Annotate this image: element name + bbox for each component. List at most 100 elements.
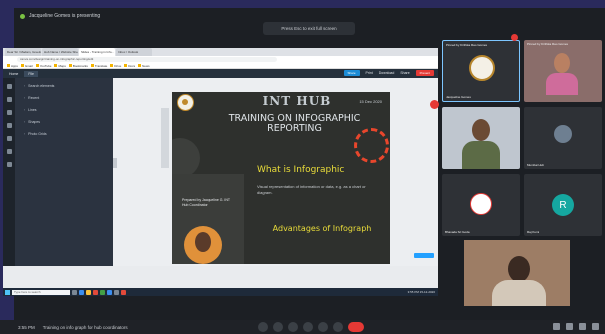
pinned-caption: Pinned by Kirthika Rao Gomes [527,42,569,46]
folders-icon[interactable] [6,149,12,154]
pinned-caption: Pinned by Kirthika Rao Gomes [446,43,488,47]
start-icon[interactable] [5,289,10,295]
activities-icon[interactable] [592,323,599,330]
raise-hand-icon[interactable] [303,322,313,332]
share-button[interactable]: Share [343,70,360,76]
uploads-icon[interactable] [6,110,12,115]
file-explorer-icon[interactable] [86,289,91,295]
self-view-video[interactable] [464,240,570,306]
edge-icon[interactable] [79,289,84,295]
panel-item[interactable]: Lines [24,108,108,112]
participant-tile[interactable]: Pinned by Kirthika Rao Gomes [524,40,602,102]
slide-title: INT HUB [262,94,332,108]
prepared-by-card: Prepared by Jacqueline G. INT Hub Coordi… [172,174,244,264]
taskbar-clock: 3:55 PM 15-12-2020 [407,290,435,294]
slide-toolbar-strip[interactable] [161,108,169,168]
editor-icon-rail [3,78,15,266]
meeting-title: Training on info graph for hub coordinat… [42,324,128,330]
bookmark[interactable]: Gmail [21,64,33,68]
elements-panel: Search elements Recent Lines Shapes Phot… [15,78,113,266]
presenting-indicator-icon [20,13,25,19]
participant-name: Bhavada Sri Goda [445,230,470,234]
panel-item[interactable]: Photo Grids [24,132,108,136]
participant-avatar [469,55,495,81]
participant-tile[interactable]: Bhavada Sri Goda [442,174,520,236]
background-icon[interactable] [6,136,12,141]
captions-icon[interactable] [288,322,298,332]
panel-item[interactable]: Recent [24,96,108,100]
editor-canvas: INT HUB 15 Dec 2020 TRAINING ON INFOGRAP… [113,78,438,266]
panel-item[interactable]: Search elements [24,84,108,88]
bookmark[interactable]: News [138,64,150,68]
side-controls [553,323,599,330]
end-call-icon[interactable] [348,322,364,332]
browser-tab-strip: Dear Sir / Madam, Greetings... Hub Name … [3,48,438,56]
templates-icon[interactable] [6,84,12,89]
participant-video [546,48,578,95]
browser-tab[interactable]: Dear Sir / Madam, Greetings... [5,48,41,56]
participant-avatar [470,193,492,215]
collapse-panel-handle[interactable] [113,158,117,168]
word-icon[interactable] [107,289,112,295]
browser-tab[interactable]: Inbox / Outlook [116,48,152,56]
section-heading: What is Infographic [257,165,345,175]
participant-tile[interactable]: R Raj Kumi [524,174,602,236]
bookmark[interactable]: Maps [54,64,65,68]
prepared-by-text: Prepared by Jacqueline G. INT Hub Coordi… [182,198,230,207]
bookmark[interactable]: Apps [7,64,18,68]
participant-name: Jacqueline Gomes [446,95,471,99]
powerpoint-icon[interactable] [121,289,126,295]
home-menu[interactable]: Home [9,72,18,76]
bookmark[interactable]: Drive [110,64,121,68]
info-icon[interactable] [553,323,560,330]
toolbar-right-group: Share Print Download Share Present [343,70,434,76]
present-icon[interactable] [318,322,328,332]
decor-circle [172,138,200,178]
bookmark[interactable]: Translate [91,64,107,68]
participant-name: Raj Kumi [527,230,540,234]
app-frame: Jacqueline Gomes is presenting Press Esc… [0,0,605,334]
mic-icon[interactable] [258,322,268,332]
section-description: Visual representation of information or … [257,184,366,195]
slide-subtitle: TRAINING ON INFOGRAPHIC REPORTING [228,113,361,134]
share-link-button[interactable]: Share [400,71,409,75]
hub-logo-icon [177,94,194,111]
chrome-icon[interactable] [93,289,98,295]
taskbar-search[interactable]: Type here to search [12,289,70,295]
bookmark[interactable]: Docs [124,64,135,68]
browser-tab[interactable]: Hub Name / Website Sheet [42,48,78,56]
participant-tile[interactable]: Pinned by Kirthika Rao Gomes Jacqueline … [442,40,520,102]
task-view-icon[interactable] [72,289,77,295]
section-heading-advantages: Advantages of Infograph [272,224,372,233]
excel-icon[interactable] [100,289,105,295]
participant-tile[interactable] [442,107,520,169]
download-button[interactable]: Download [379,71,395,75]
participant-tile[interactable]: Mumbai Hub [524,107,602,169]
elements-icon[interactable] [6,97,12,102]
bookmark[interactable]: YouTube [36,64,52,68]
chat-icon[interactable] [579,323,586,330]
settings-icon[interactable] [114,289,119,295]
text-icon[interactable] [6,123,12,128]
page-indicator[interactable] [414,253,434,258]
people-icon[interactable] [566,323,573,330]
escape-hint: Press Esc to exit full screen [263,22,355,35]
group-avatar-icon [554,125,572,143]
camera-icon[interactable] [273,322,283,332]
print-button[interactable]: Print [366,71,373,75]
bookmark[interactable]: Bookmarks [69,64,88,68]
presenter-label: Jacqueline Gomes is presenting [29,13,101,19]
meeting-controls-bar: 3:55 PM Training on info graph for hub c… [0,320,605,334]
browser-tab-active[interactable]: Slides - Training in Info... [79,48,115,56]
file-menu[interactable]: File [24,70,38,77]
url-field[interactable]: canva.com/design/training-on-infographic… [17,57,277,62]
address-bar: canva.com/design/training-on-infographic… [3,56,438,63]
panel-item[interactable]: Shapes [24,120,108,124]
meeting-time: 3:55 PM [18,324,35,330]
stop-presenting-icon[interactable] [430,100,439,109]
participant-initial-avatar: R [552,194,574,216]
slide[interactable]: INT HUB 15 Dec 2020 TRAINING ON INFOGRAP… [172,92,390,264]
present-button[interactable]: Present [415,70,434,76]
more-icon[interactable] [6,162,12,167]
more-options-icon[interactable] [333,322,343,332]
